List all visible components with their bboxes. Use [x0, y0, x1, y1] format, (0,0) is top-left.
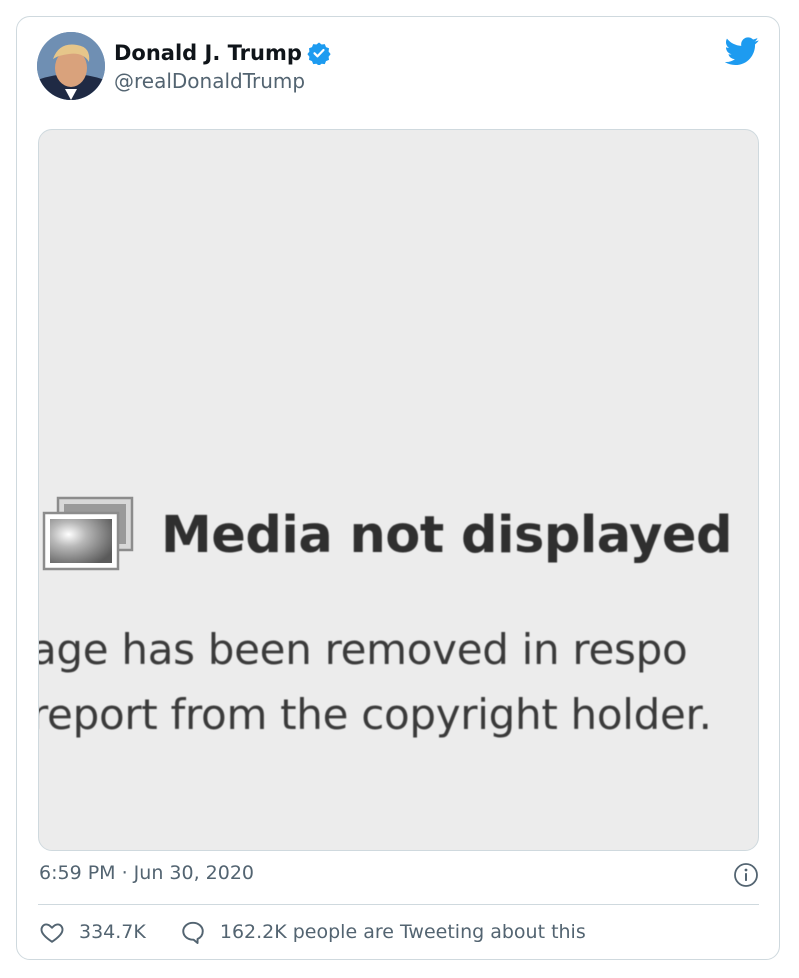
verified-badge-icon	[307, 42, 331, 65]
like-count: 334.7K	[79, 921, 146, 943]
twitter-bird-icon[interactable]	[725, 34, 759, 68]
media-title: Media not displayed	[161, 506, 733, 565]
media-message-line-2: report from the copyright holder.	[38, 690, 712, 739]
divider	[38, 904, 759, 905]
author-handle[interactable]: @realDonaldTrump	[114, 69, 305, 93]
tweet-timestamp[interactable]: 6:59 PM · Jun 30, 2020	[39, 862, 254, 884]
conversation-count: 162.2K people are Tweeting about this	[219, 921, 586, 943]
conversation-link[interactable]: 162.2K people are Tweeting about this	[180, 919, 586, 945]
profile-photo-icon	[37, 32, 105, 100]
comment-bubble-icon	[182, 921, 204, 944]
heart-icon	[40, 923, 64, 943]
author-avatar[interactable]	[37, 32, 105, 100]
info-icon[interactable]	[733, 862, 759, 888]
image-placeholder-icon	[42, 496, 134, 571]
tweet-actions: 334.7K 162.2K people are Tweeting about …	[39, 919, 586, 945]
author-name-row[interactable]: Donald J. Trump	[114, 41, 331, 65]
like-button[interactable]: 334.7K	[39, 919, 146, 945]
media-placeholder[interactable]: Media not displayed age has been removed…	[38, 129, 759, 851]
author-display-name[interactable]: Donald J. Trump	[114, 41, 302, 65]
tweet-card[interactable]: Donald J. Trump @realDonaldTrump Media n…	[16, 16, 780, 960]
media-message-line-1: age has been removed in respo	[38, 625, 688, 674]
